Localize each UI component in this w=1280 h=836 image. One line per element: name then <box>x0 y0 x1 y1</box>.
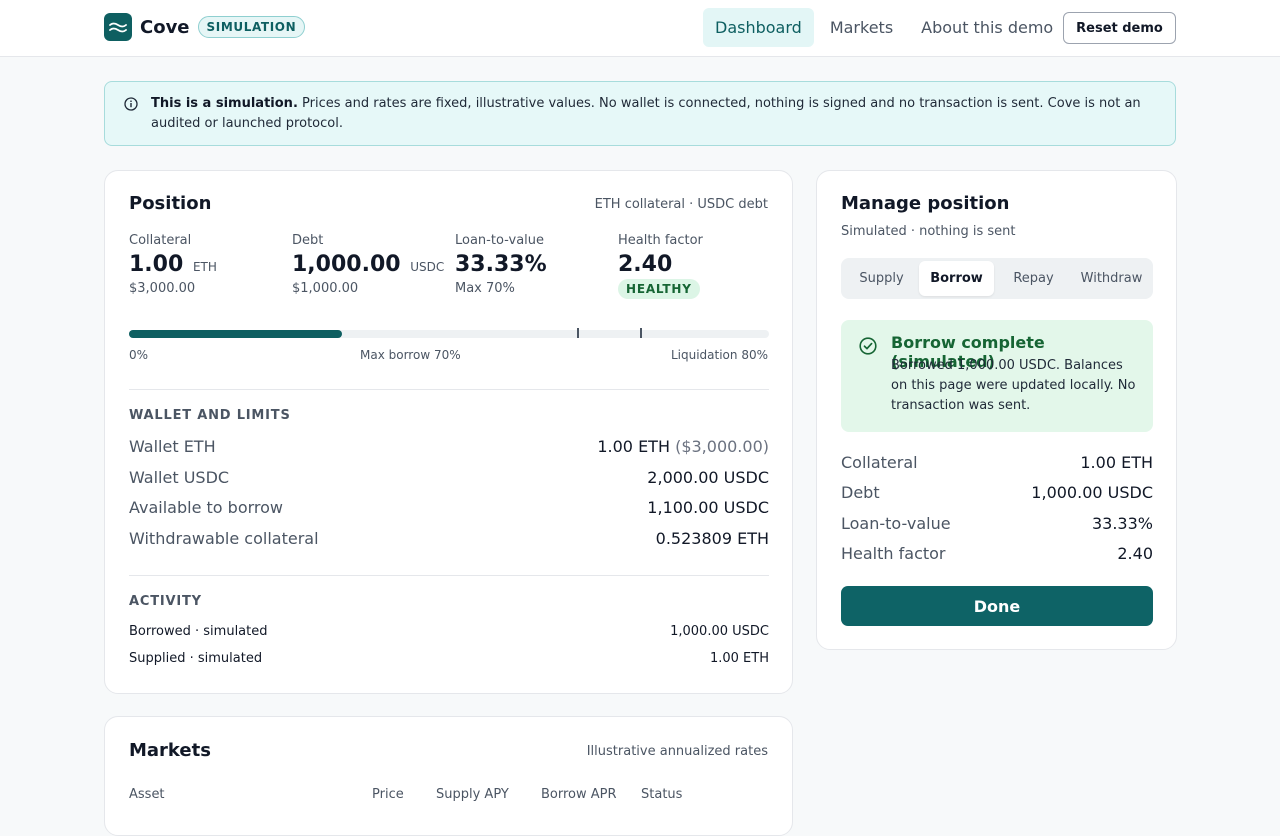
ltv-stat: Loan-to-value 33.33% Max 70% <box>455 233 547 296</box>
summary-value: 2.40 <box>1117 544 1153 563</box>
tab-repay[interactable]: Repay <box>994 261 1073 296</box>
notice-bold: This is a simulation. <box>151 96 298 111</box>
nav-about[interactable]: About this demo <box>909 8 1065 47</box>
manage-title: Manage position <box>841 193 1010 214</box>
position-title: Position <box>129 193 212 214</box>
health-label: Health factor <box>618 233 703 248</box>
notice-text: Prices and rates are fixed, illustrative… <box>151 96 1141 131</box>
summary-value: 1.00 ETH <box>1080 453 1153 472</box>
wallet-row-label: Available to borrow <box>129 498 283 517</box>
wallet-eth-usd: ($3,000.00) <box>675 437 769 456</box>
wallet-row-value: 1.00 ETH ($3,000.00) <box>597 437 769 456</box>
divider <box>129 389 769 390</box>
collateral-usd: $3,000.00 <box>129 281 196 296</box>
wallet-row-value: 1,100.00 USDC <box>647 498 769 517</box>
position-card: Position ETH collateral · USDC debt Coll… <box>104 170 793 694</box>
tab-borrow[interactable]: Borrow <box>919 261 994 296</box>
nav-markets[interactable]: Markets <box>818 8 905 47</box>
collateral-value: 1.00 ETH <box>129 252 217 277</box>
summary-row: Loan-to-value 33.33% <box>841 514 1153 533</box>
ltv-label: Loan-to-value <box>455 233 545 248</box>
ltv-max: Max 70% <box>455 281 515 296</box>
manage-position-card: Manage position Simulated · nothing is s… <box>816 170 1177 650</box>
debt-usd: $1,000.00 <box>292 281 359 296</box>
debt-label: Debt <box>292 233 324 248</box>
activity-item: Supplied · simulated 1.00 ETH <box>129 651 769 666</box>
summary-label: Collateral <box>841 453 918 472</box>
liquidation-tick <box>640 328 642 338</box>
manage-subtitle: Simulated · nothing is sent <box>841 224 1016 239</box>
health-stat: Health factor 2.40 HEALTHY <box>618 233 703 299</box>
summary-label: Health factor <box>841 544 946 563</box>
summary-value: 1,000.00 USDC <box>1031 483 1153 502</box>
health-value: 2.40 <box>618 252 673 277</box>
brand-name: Cove <box>140 16 190 38</box>
summary-row: Health factor 2.40 <box>841 544 1153 563</box>
activity-value: 1.00 ETH <box>709 651 769 666</box>
main-nav: Dashboard Markets About this demo <box>703 8 1069 47</box>
wallet-row-label: Withdrawable collateral <box>129 529 319 548</box>
activity-label: Borrowed · simulated <box>129 624 268 639</box>
wallet-row-label: Wallet USDC <box>129 468 230 487</box>
divider <box>129 575 769 576</box>
wallet-row-value: 0.523809 ETH <box>655 529 769 548</box>
wallet-eth-amount: 1.00 ETH <box>597 437 670 456</box>
collateral-label: Collateral <box>129 233 192 248</box>
wallet-section-heading: WALLET AND LIMITS <box>129 408 291 423</box>
activity-label: Supplied · simulated <box>129 651 263 666</box>
debt-amount: 1,000.00 <box>292 252 401 277</box>
summary-row: Collateral 1.00 ETH <box>841 453 1153 472</box>
wallet-row: Wallet USDC 2,000.00 USDC <box>129 468 769 487</box>
activity-section-heading: ACTIVITY <box>129 594 202 609</box>
nav-dashboard[interactable]: Dashboard <box>703 8 814 47</box>
ltv-max-label: Max borrow 70% <box>360 348 461 362</box>
markets-title: Markets <box>129 740 211 761</box>
markets-card: Markets Illustrative annualized rates As… <box>104 716 793 836</box>
max-borrow-tick <box>577 328 579 338</box>
collateral-stat: Collateral 1.00 ETH $3,000.00 <box>129 233 217 296</box>
collateral-amount: 1.00 <box>129 252 184 277</box>
debt-stat: Debt 1,000.00 USDC $1,000.00 <box>292 233 444 296</box>
wallet-row-label: Wallet ETH <box>129 437 216 456</box>
success-message: Borrowed 1,000.00 USDC. Balances on this… <box>891 358 1136 413</box>
borrow-success-alert: Borrow complete (simulated) Borrowed 1,0… <box>841 320 1153 432</box>
wallet-row: Wallet ETH 1.00 ETH ($3,000.00) <box>129 437 769 456</box>
tab-withdraw[interactable]: Withdraw <box>1073 261 1150 296</box>
activity-item: Borrowed · simulated 1,000.00 USDC <box>129 624 769 639</box>
summary-label: Debt <box>841 483 880 502</box>
simulation-notice: This is a simulation. Prices and rates a… <box>104 81 1176 146</box>
collateral-unit: ETH <box>192 260 217 274</box>
ltv-progress-fill <box>129 330 343 338</box>
wallet-row: Withdrawable collateral 0.523809 ETH <box>129 529 769 548</box>
action-tabs: Supply Borrow Repay Withdraw <box>841 258 1153 299</box>
ltv-liquidation-label: Liquidation 80% <box>670 348 768 362</box>
markets-meta: Illustrative annualized rates <box>586 744 768 759</box>
summary-value: 33.33% <box>1091 514 1153 533</box>
brand[interactable]: Cove SIMULATION <box>104 13 306 41</box>
info-icon <box>124 97 138 118</box>
wave-logo-icon <box>104 13 132 41</box>
activity-value: 1,000.00 USDC <box>670 624 769 639</box>
position-meta: ETH collateral · USDC debt <box>594 197 768 212</box>
summary-label: Loan-to-value <box>841 514 951 533</box>
top-bar: Cove SIMULATION Dashboard Markets About … <box>0 0 1280 57</box>
reset-demo-button[interactable]: Reset demo <box>1063 12 1176 44</box>
summary-row: Debt 1,000.00 USDC <box>841 483 1153 502</box>
simulation-badge: SIMULATION <box>197 16 306 38</box>
check-circle-icon <box>859 337 877 359</box>
ltv-value: 33.33% <box>455 252 547 277</box>
tab-supply[interactable]: Supply <box>844 261 919 296</box>
wallet-row: Available to borrow 1,100.00 USDC <box>129 498 769 517</box>
ltv-start-label: 0% <box>129 348 149 362</box>
debt-unit: USDC <box>410 260 445 274</box>
wallet-row-value: 2,000.00 USDC <box>647 468 769 487</box>
done-button[interactable]: Done <box>841 586 1153 626</box>
ltv-progress-bar <box>129 328 769 338</box>
health-status-badge: HEALTHY <box>618 279 700 299</box>
debt-value: 1,000.00 USDC <box>292 252 444 277</box>
